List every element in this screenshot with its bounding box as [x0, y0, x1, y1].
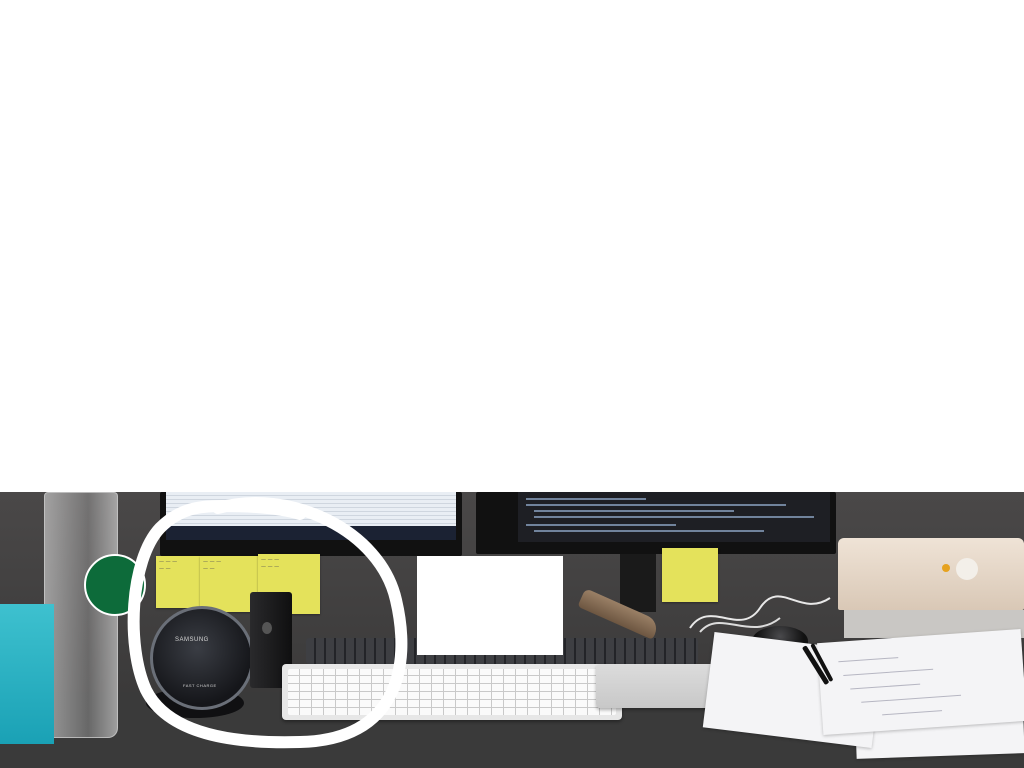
highlight-circle-annotation [127, 497, 408, 749]
